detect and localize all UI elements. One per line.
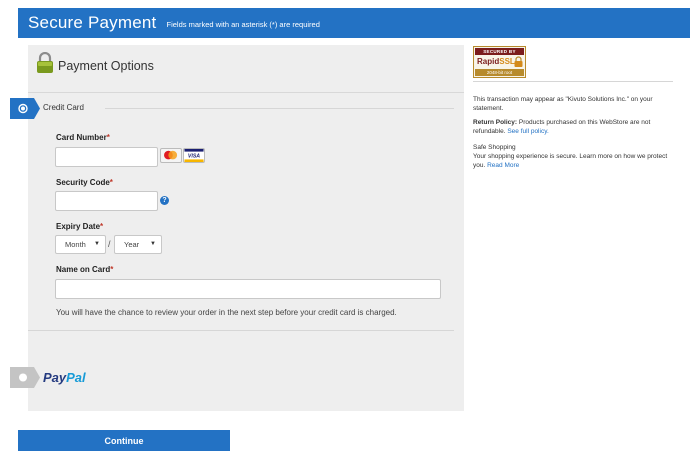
section-divider [105, 108, 454, 109]
radio-icon [19, 373, 27, 382]
sidebar-divider [473, 81, 673, 82]
padlock-icon [37, 52, 53, 73]
question-icon[interactable]: ? [160, 196, 169, 205]
chevron-down-icon: ▼ [150, 241, 156, 247]
ssl-badge-brand: RapidSSL [477, 57, 515, 66]
card-number-label: Card Number* [56, 133, 110, 142]
panel-header: Payment Options [28, 45, 464, 93]
credit-card-tab[interactable] [10, 98, 40, 119]
ssl-badge-bottom: 2048-bit root [475, 69, 524, 76]
month-value: Month [65, 240, 86, 249]
padlock-icon [514, 56, 523, 67]
mastercard-icon [160, 148, 182, 163]
paypal-tab[interactable] [10, 367, 40, 388]
name-on-card-label: Name on Card* [56, 265, 114, 274]
read-more-link[interactable]: Read More [487, 162, 519, 169]
statement-text: This transaction may appear as "Kivuto S… [473, 96, 653, 112]
review-note: You will have the chance to review your … [56, 308, 397, 317]
return-policy: Return Policy: Products purchased on thi… [473, 118, 658, 136]
security-code-label: Security Code* [56, 178, 113, 187]
expiry-year-select[interactable]: Year ▼ [114, 235, 162, 254]
ssl-badge-top: SECURED BY [475, 48, 524, 55]
chevron-down-icon: ▼ [94, 241, 100, 247]
credit-card-label[interactable]: Credit Card [43, 103, 84, 112]
rapidssl-badge[interactable]: SECURED BY RapidSSL 2048-bit root [473, 46, 526, 78]
expiry-separator: / [108, 239, 111, 249]
continue-button[interactable]: Continue [18, 430, 230, 451]
page-title: Secure Payment [28, 13, 157, 32]
see-full-policy-link[interactable]: See full policy. [507, 128, 548, 135]
page-header: Secure Payment Fields marked with an ast… [18, 8, 690, 38]
security-code-input[interactable] [55, 191, 158, 211]
panel-title: Payment Options [58, 59, 154, 73]
name-on-card-input[interactable] [55, 279, 441, 299]
expiry-date-label: Expiry Date* [56, 222, 104, 231]
safe-shopping: Safe Shopping Your shopping experience i… [473, 143, 673, 170]
required-note: Fields marked with an asterisk (*) are r… [166, 20, 320, 29]
expiry-month-select[interactable]: Month ▼ [55, 235, 106, 254]
safe-shopping-title: Safe Shopping [473, 144, 516, 151]
year-value: Year [124, 240, 140, 249]
visa-icon: VISA [183, 148, 205, 163]
svg-text:VISA: VISA [188, 154, 200, 160]
return-policy-label: Return Policy: [473, 119, 518, 126]
card-number-input[interactable] [55, 147, 158, 167]
paypal-logo[interactable]: PayPal [43, 370, 86, 385]
